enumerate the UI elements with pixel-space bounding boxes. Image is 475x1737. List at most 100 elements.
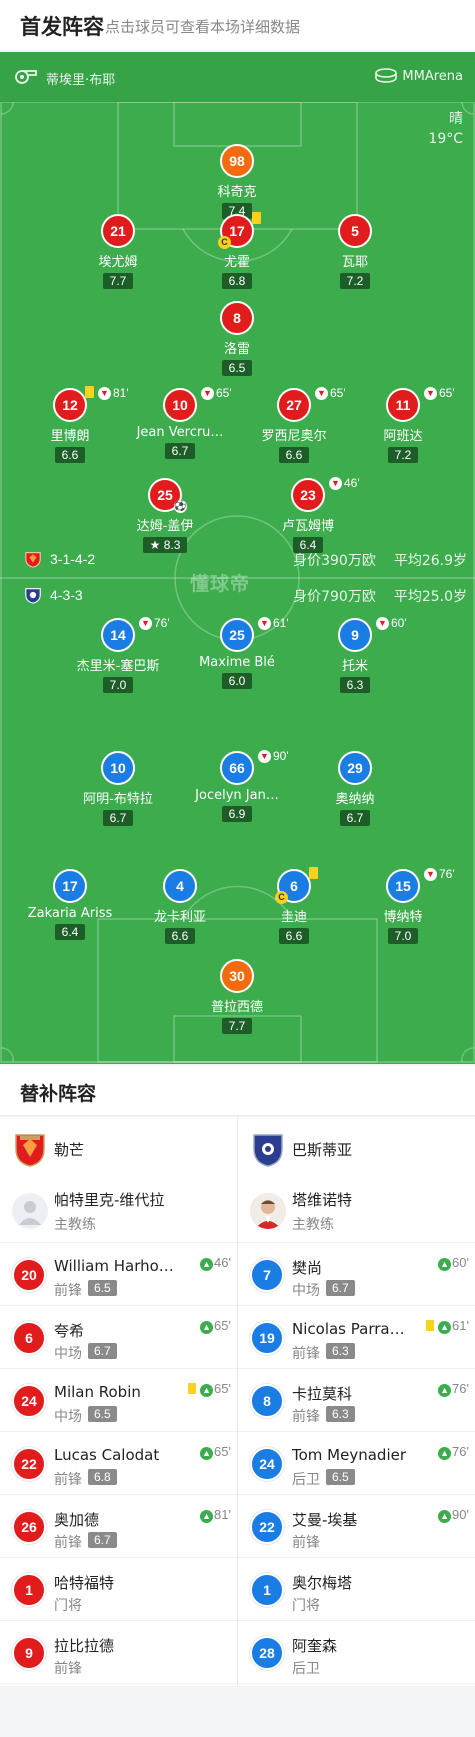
away-player-4[interactable]: 4 龙卡利亚 6.6 — [115, 869, 245, 944]
home-team-name: 勒芒 — [54, 1141, 85, 1159]
sub-player-row[interactable]: 22 Lucas Calodat 前锋 6.8 ▲ 65' — [0, 1432, 237, 1495]
sub-on-tag: ▲ 76' — [438, 1444, 469, 1460]
home-player-23[interactable]: 23 ▼ 46' 卢瓦姆博 6.4 — [243, 476, 373, 553]
player-number: 8 — [220, 301, 254, 335]
home-coach-role: 主教练 — [54, 1217, 96, 1233]
sub-on-icon: ▲ — [200, 1384, 214, 1397]
home-coach-row[interactable]: 帕特里克-维代拉 主教练 — [0, 1179, 237, 1243]
home-player-25[interactable]: 25 ⚽ 达姆-盖伊 ★ 8.3 — [100, 478, 230, 553]
player-name: 瓦耶 — [341, 255, 368, 270]
sub-on-icon: ▲ — [438, 1321, 452, 1334]
sub-name: 哈特福特 — [54, 1574, 115, 1592]
sub-number: 8 — [250, 1384, 284, 1418]
player-rating: 6.5 — [221, 360, 253, 376]
player-name: Jocelyn Jan… — [195, 788, 279, 803]
player-name: 奥纳纳 — [335, 792, 375, 807]
lineup-title: 首发阵容 — [20, 15, 104, 39]
sub-off-tag: ▼ 61' — [258, 616, 289, 630]
player-rating: 6.0 — [221, 673, 253, 689]
player-number: 10 — [101, 751, 135, 785]
page-bottom — [0, 1686, 475, 1737]
sub-rating: 6.7 — [88, 1532, 117, 1548]
sub-player-row[interactable]: 19 Nicolas Parra… 前锋 6.3 ▲ 61' — [238, 1306, 475, 1369]
player-number: 14 — [101, 618, 135, 652]
sub-on-minute: 65' — [214, 1444, 231, 1459]
sub-player-row[interactable]: 20 William Harho… 前锋 6.5 ▲ 46' — [0, 1243, 237, 1306]
player-rating: 6.6 — [278, 447, 310, 463]
player-name: 龙卡利亚 — [153, 910, 206, 925]
sub-player-row[interactable]: 24 Tom Meynadier 后卫 6.5 ▲ 76' — [238, 1432, 475, 1495]
home-player-11[interactable]: 11 ▼ 65' 阿班达 7.2 — [338, 386, 468, 463]
away-team-row[interactable]: 巴斯蒂亚 — [238, 1117, 475, 1179]
home-player-5[interactable]: 5 瓦耶 7.2 — [290, 214, 420, 289]
sub-position: 中场 — [54, 1346, 82, 1362]
player-name: 尤霍 — [223, 255, 250, 270]
sub-name: 阿奎森 — [292, 1637, 338, 1655]
away-player-66[interactable]: 66 ▼ 90' Jocelyn Jan… 6.9 — [172, 749, 302, 822]
sub-off-minute: 46' — [344, 476, 360, 490]
sub-player-row[interactable]: 22 艾曼-埃基 前锋 ▲ 90' — [238, 1495, 475, 1558]
whistle-icon — [15, 70, 37, 84]
sub-on-icon: ▲ — [438, 1258, 452, 1271]
referee-name: 蒂埃里·布耶 — [46, 73, 116, 88]
pitch: 蒂埃里·布耶 MMArena 晴 19°C 懂球帝 3-1-4-2 身价390万… — [0, 52, 475, 1064]
home-player-21[interactable]: 21 埃尤姆 7.7 — [53, 214, 183, 289]
sub-off-icon: ▼ — [258, 617, 271, 630]
coach-photo-icon — [250, 1193, 286, 1229]
player-name: 阿班达 — [383, 429, 423, 444]
sub-on-icon: ▲ — [200, 1510, 214, 1523]
sub-off-icon: ▼ — [376, 617, 389, 630]
player-rating: 6.7 — [339, 810, 371, 826]
sub-on-icon: ▲ — [438, 1447, 452, 1460]
sub-player-row[interactable]: 1 哈特福特 门将 — [0, 1558, 237, 1621]
sub-rating: 6.5 — [326, 1469, 355, 1485]
player-number: 12 — [53, 388, 87, 422]
sub-player-row[interactable]: 7 樊尚 中场 6.7 ▲ 60' — [238, 1243, 475, 1306]
sub-off-minute: 61' — [273, 616, 289, 630]
sub-position: 前锋 — [292, 1535, 320, 1551]
away-player-25[interactable]: 25 ▼ 61' Maxime Blé 6.0 — [172, 616, 302, 689]
away-player-14[interactable]: 14 ▼ 76' 杰里米-塞巴斯 7.0 — [53, 616, 183, 693]
home-coach-name: 帕特里克-维代拉 — [54, 1191, 165, 1209]
player-rating: 7.7 — [221, 1018, 253, 1034]
sub-off-tag: ▼ 90' — [258, 749, 289, 763]
player-rating: 6.6 — [54, 447, 86, 463]
away-player-29[interactable]: 29 奥纳纳 6.7 — [290, 751, 420, 826]
yellow-card-icon — [188, 1383, 197, 1394]
sub-player-row[interactable]: 1 奥尔梅塔 门将 — [238, 1558, 475, 1621]
player-name: 阿明-布特拉 — [83, 792, 153, 807]
away-age: 平均25.0岁 — [393, 589, 467, 605]
player-number: 17 — [53, 869, 87, 903]
home-player-10[interactable]: 10 ▼ 65' Jean Vercru… 6.7 — [115, 386, 245, 459]
yellow-card-icon — [309, 867, 318, 879]
away-team-crest-icon — [253, 1134, 283, 1167]
away-team-name: 巴斯蒂亚 — [292, 1141, 353, 1159]
sub-name: 卡拉莫科 — [292, 1385, 353, 1403]
home-player-8[interactable]: 8 洛雷 6.5 — [172, 301, 302, 376]
home-player-98[interactable]: 98 科奇克 7.4 — [172, 144, 302, 219]
player-number: 11 — [386, 388, 420, 422]
player-rating: 6.4 — [54, 924, 86, 940]
weather-temp: 19°C — [428, 131, 463, 147]
away-player-15[interactable]: 15 ▼ 76' 博纳特 7.0 — [338, 867, 468, 944]
player-number: 21 — [101, 214, 135, 248]
away-player-30[interactable]: 30 普拉西德 7.7 — [172, 959, 302, 1034]
sub-player-row[interactable]: 6 夸希 中场 6.7 ▲ 65' — [0, 1306, 237, 1369]
home-team-row[interactable]: 勒芒 — [0, 1117, 237, 1179]
lineup-hint: 点击球员可查看本场详细数据 — [105, 18, 301, 36]
player-name: Jean Vercru… — [136, 425, 224, 440]
away-player-10[interactable]: 10 阿明-布特拉 6.7 — [53, 751, 183, 826]
sub-position: 门将 — [292, 1598, 320, 1614]
player-number: 10 — [163, 388, 197, 422]
sub-rating: 6.7 — [326, 1280, 355, 1296]
sub-player-row[interactable]: 24 Milan Robin 中场 6.5 ▲ 65' — [0, 1369, 237, 1432]
sub-player-row[interactable]: 28 阿奎森 后卫 — [238, 1621, 475, 1684]
sub-player-row[interactable]: 9 拉比拉德 前锋 — [0, 1621, 237, 1684]
sub-on-minute: 61' — [452, 1318, 469, 1333]
sub-player-row[interactable]: 26 奥加德 前锋 6.7 ▲ 81' — [0, 1495, 237, 1558]
away-player-9[interactable]: 9 ▼ 60' 托米 6.3 — [290, 616, 420, 693]
sub-player-row[interactable]: 8 卡拉莫科 前锋 6.3 ▲ 76' — [238, 1369, 475, 1432]
home-player-17[interactable]: 17 C 尤霍 6.8 — [172, 212, 302, 289]
away-coach-row[interactable]: 塔维诺特 主教练 — [238, 1179, 475, 1243]
sub-position: 中场 — [292, 1283, 320, 1299]
